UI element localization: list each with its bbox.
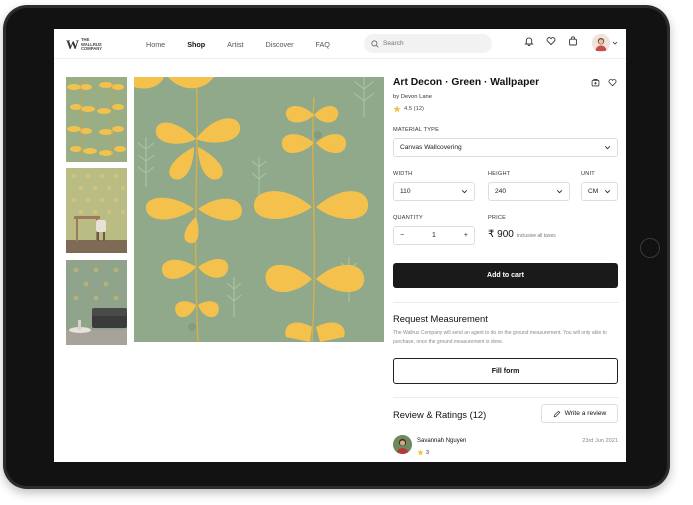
- unit-label: UNIT: [581, 171, 595, 177]
- artist-byline[interactable]: by Devon Lane: [393, 94, 432, 100]
- review-rating: 3: [417, 449, 429, 456]
- nav-icons: [524, 36, 578, 46]
- nav-discover[interactable]: Discover: [266, 40, 294, 49]
- height-value: 240: [495, 188, 507, 195]
- material-value: Canvas Wallcovering: [400, 144, 462, 151]
- product-rating: 4.5 (12): [393, 105, 424, 113]
- bell-icon[interactable]: [524, 36, 534, 46]
- chevron-down-icon: [461, 190, 468, 194]
- product-main-image[interactable]: [134, 77, 384, 342]
- material-label: MATERIAL TYPE: [393, 127, 440, 133]
- search-bar[interactable]: [364, 34, 492, 53]
- width-select[interactable]: 110: [393, 182, 475, 201]
- review-item: Savannah Nguyen 3 23rd Jun 2021: [393, 435, 619, 462]
- decrement-button[interactable]: −: [400, 232, 404, 239]
- product-title: Art Decon · Green · Wallpaper: [393, 77, 540, 88]
- logo-line: COMPANY: [81, 46, 103, 52]
- brand-logo[interactable]: W THE WALLRUS COMPANY: [66, 37, 102, 53]
- chevron-down-icon: [556, 190, 563, 194]
- nav-links: Home Shop Artist Discover FAQ: [146, 29, 352, 59]
- unit-select[interactable]: CM: [581, 182, 618, 201]
- divider: [393, 302, 619, 303]
- increment-button[interactable]: +: [464, 232, 468, 239]
- browser-screen: W THE WALLRUS COMPANY Home Shop Artist D…: [54, 29, 626, 462]
- nav-shop[interactable]: Shop: [187, 40, 205, 49]
- price: ₹ 900 inclusive all taxes: [488, 229, 556, 240]
- reviews-title: Review & Ratings (12): [393, 409, 487, 420]
- request-measurement-title: Request Measurement: [393, 313, 488, 324]
- height-select[interactable]: 240: [488, 182, 570, 201]
- avatar[interactable]: [592, 34, 610, 52]
- thumbnail-room-sofa[interactable]: [66, 260, 127, 345]
- add-to-cart-button[interactable]: Add to cart: [393, 263, 618, 288]
- quantity-label: QUANTITY: [393, 215, 423, 221]
- nav-home[interactable]: Home: [146, 40, 165, 49]
- material-select[interactable]: Canvas Wallcovering: [393, 138, 618, 157]
- write-review-button[interactable]: Write a review: [541, 404, 618, 423]
- chevron-down-icon: [612, 41, 618, 45]
- thumbnail-room-desk[interactable]: [66, 168, 127, 253]
- divider: [393, 397, 619, 398]
- star-icon: [417, 449, 424, 456]
- quantity-stepper: − 1 +: [393, 226, 475, 245]
- pencil-icon: [553, 410, 560, 417]
- rating-text: 4.5 (12): [404, 106, 424, 112]
- bag-icon[interactable]: [568, 36, 578, 46]
- width-value: 110: [400, 188, 411, 195]
- chevron-down-icon: [604, 146, 611, 150]
- nav-faq[interactable]: FAQ: [316, 40, 330, 49]
- fill-form-button[interactable]: Fill form: [393, 358, 618, 384]
- height-label: HEIGHT: [488, 171, 511, 177]
- logo-mark: W: [66, 37, 79, 52]
- quantity-value[interactable]: 1: [432, 232, 436, 239]
- account-menu[interactable]: [592, 34, 618, 52]
- review-stars-value: 3: [426, 449, 430, 456]
- logo-text: THE WALLRUS COMPANY: [81, 37, 103, 52]
- share-icon[interactable]: [591, 78, 600, 87]
- heart-icon[interactable]: [546, 36, 556, 46]
- review-date: 23rd Jun 2021: [582, 438, 618, 444]
- home-button[interactable]: [640, 238, 660, 258]
- search-icon: [371, 39, 379, 48]
- nav-artist[interactable]: Artist: [227, 40, 243, 49]
- price-value: ₹ 900: [488, 229, 514, 240]
- unit-value: CM: [588, 188, 599, 195]
- request-measurement-description: The Wallrus Company will send an agent t…: [393, 330, 607, 345]
- write-review-label: Write a review: [564, 410, 607, 417]
- chevron-down-icon: [604, 190, 611, 194]
- reviewer-name: Savannah Nguyen: [417, 438, 467, 444]
- thumbnail-pattern[interactable]: [66, 77, 127, 162]
- star-icon: [393, 105, 401, 113]
- price-label: PRICE: [488, 215, 507, 221]
- reviewer-avatar: [393, 435, 412, 454]
- wishlist-heart-icon[interactable]: [608, 78, 617, 87]
- width-label: WIDTH: [393, 171, 413, 177]
- top-nav: W THE WALLRUS COMPANY Home Shop Artist D…: [54, 29, 626, 59]
- price-note: inclusive all taxes: [516, 233, 556, 239]
- search-input[interactable]: [383, 40, 483, 47]
- title-actions: [591, 78, 617, 87]
